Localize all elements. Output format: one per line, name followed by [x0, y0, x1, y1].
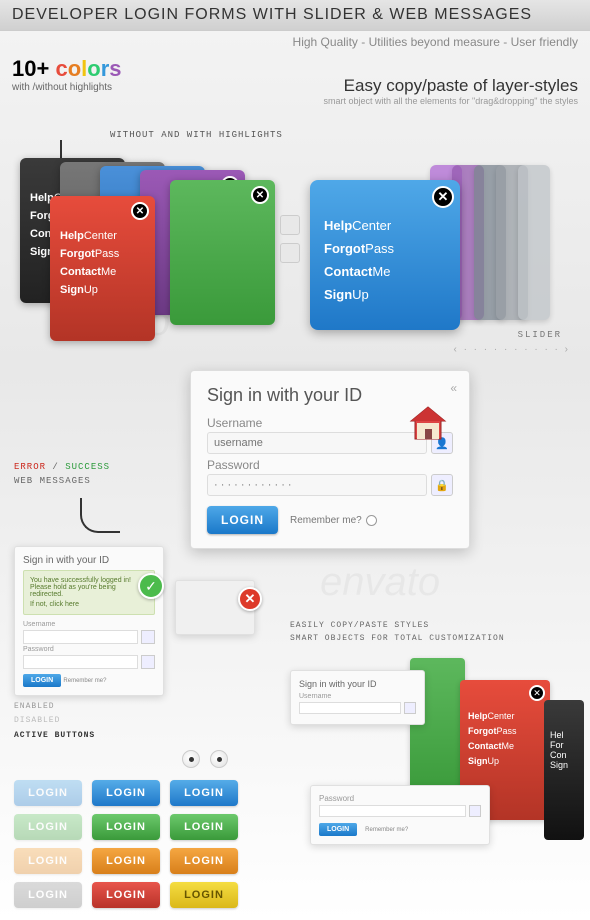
contact-me-link[interactable]: ContactMe — [324, 264, 446, 279]
page-title-banner: DEVELOPER LOGIN FORMS WITH SLIDER & WEB … — [0, 0, 590, 31]
black-panel-thumb: HelForConSign — [544, 700, 584, 840]
error-icon: ✕ — [238, 587, 262, 611]
eyes-decoration — [182, 750, 228, 768]
easy-copy-caption: Easy copy/paste of layer-styles smart ob… — [323, 76, 578, 106]
login-button-orange-active[interactable]: LOGIN — [170, 848, 238, 874]
login-thumb: Sign in with your ID Username — [290, 670, 425, 725]
login-button-green-active[interactable]: LOGIN — [170, 814, 238, 840]
login-button-green[interactable]: LOGIN — [92, 814, 160, 840]
radio-icon[interactable] — [366, 515, 377, 526]
panel-red: ✕ HelpCenter ForgotPass ContactMe SignUp — [50, 196, 155, 341]
button-states-caption: enabled disabled active buttons — [14, 700, 95, 743]
password-input[interactable] — [207, 474, 427, 496]
username-input[interactable] — [207, 432, 427, 454]
close-icon[interactable]: ✕ — [131, 202, 149, 220]
lock-icon — [469, 805, 481, 817]
panel-green: ✕ — [170, 180, 275, 325]
login-button-blue-disabled: LOGIN — [14, 780, 82, 806]
login-button-red[interactable]: LOGIN — [92, 882, 160, 908]
login-button[interactable]: LOGIN — [319, 823, 357, 836]
close-icon[interactable]: ✕ — [432, 186, 454, 208]
login-button-grey-disabled: LOGIN — [14, 882, 82, 908]
login-form: « Sign in with your ID Username 👤 Passwo… — [190, 370, 470, 549]
watermark: envato — [320, 560, 440, 605]
eye-icon — [182, 750, 200, 768]
side-icon-strip — [280, 215, 302, 271]
checkmark-icon: ✓ — [138, 573, 164, 599]
login-button-yellow[interactable]: LOGIN — [170, 882, 238, 908]
remember-me[interactable]: Remember me? — [290, 515, 377, 526]
login-thumb-wide: Password LOGIN Remember me? — [310, 785, 490, 845]
close-icon[interactable]: ✕ — [529, 685, 545, 701]
subtitle: High Quality - Utilities beyond measure … — [0, 31, 590, 53]
success-message-card: Sign in with your ID ✓ You have successf… — [14, 546, 164, 696]
home-icon — [407, 403, 449, 445]
help-center-link[interactable]: HelpCenter — [324, 218, 446, 233]
user-icon — [404, 702, 416, 714]
user-icon — [280, 215, 300, 235]
eye-icon — [210, 750, 228, 768]
arrow-icon — [80, 498, 120, 533]
sign-up-link[interactable]: SignUp — [324, 287, 446, 302]
username-input[interactable] — [23, 630, 138, 644]
blue-slider-panel: ✕ HelpCenter ForgotPass ContactMe SignUp — [310, 180, 460, 330]
slider-track[interactable]: ‹ · · · · · · · · · · › — [453, 344, 570, 355]
button-grid: LOGIN LOGIN LOGIN LOGIN LOGIN LOGIN LOGI… — [14, 780, 238, 908]
success-message: ✓ You have successfully logged in! Pleas… — [23, 570, 155, 615]
lock-icon: 🔒 — [431, 474, 453, 496]
user-icon — [141, 630, 155, 644]
login-button-orange[interactable]: LOGIN — [92, 848, 160, 874]
login-button[interactable]: LOGIN — [23, 674, 61, 687]
close-icon[interactable]: ✕ — [251, 186, 269, 204]
login-button-blue-active[interactable]: LOGIN — [170, 780, 238, 806]
slider-caption: slider — [518, 330, 562, 340]
password-input[interactable] — [319, 805, 466, 817]
expand-icon[interactable]: « — [450, 381, 457, 395]
login-button-green-disabled: LOGIN — [14, 814, 82, 840]
lock-icon — [141, 655, 155, 669]
password-input[interactable] — [23, 655, 138, 669]
forgot-pass-link[interactable]: ForgotPass — [324, 241, 446, 256]
messages-caption: error / success web messages — [14, 460, 110, 489]
login-button[interactable]: LOGIN — [207, 506, 278, 534]
copy-styles-caption: easily copy/paste styles smart objects f… — [290, 620, 505, 646]
login-button-blue[interactable]: LOGIN — [92, 780, 160, 806]
highlight-caption: without and with highlights — [110, 130, 283, 140]
login-button-orange-disabled: LOGIN — [14, 848, 82, 874]
lock-icon — [280, 243, 300, 263]
colors-badge: 10+ colors with /without highlights — [12, 56, 122, 93]
error-message-card: ✕ — [175, 580, 255, 635]
username-input[interactable] — [299, 702, 401, 714]
password-label: Password — [207, 458, 453, 472]
